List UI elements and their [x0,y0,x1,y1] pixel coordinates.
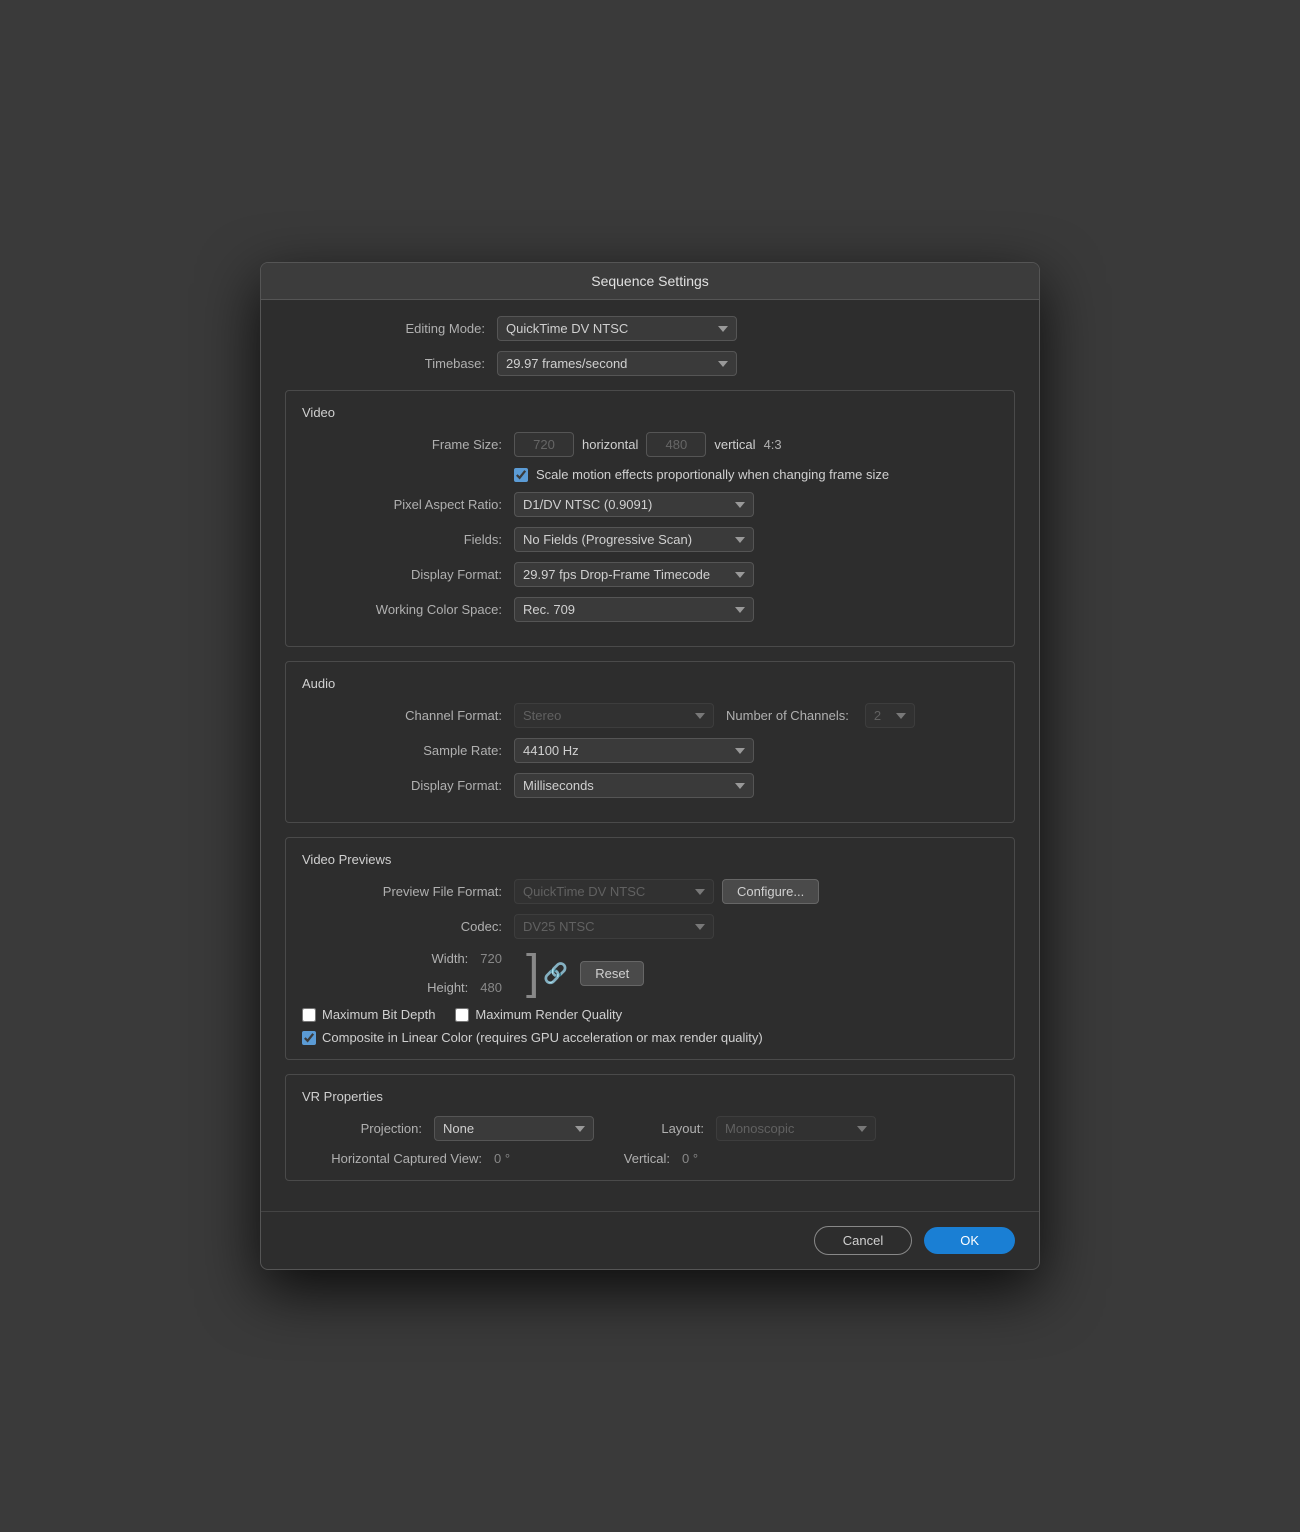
composite-linear-checkbox[interactable] [302,1031,316,1045]
fields-label: Fields: [302,532,502,547]
max-render-quality-label: Maximum Render Quality [475,1007,622,1022]
vr-vertical-row: Vertical: 0 ° [590,1151,698,1166]
fields-row: Fields: No Fields (Progressive Scan) [302,527,998,552]
timebase-select[interactable]: 29.97 frames/second [497,351,737,376]
max-bit-depth-checkbox[interactable] [302,1008,316,1022]
codec-label: Codec: [302,919,502,934]
audio-section: Audio Channel Format: Stereo Number of C… [285,661,1015,823]
bottom-buttons: Cancel OK [261,1211,1039,1269]
video-display-format-row: Display Format: 29.97 fps Drop-Frame Tim… [302,562,998,587]
sample-rate-label: Sample Rate: [302,743,502,758]
width-height-container: Width: 720 Height: 480 ] 🔗 Reset [302,949,998,997]
pixel-aspect-label: Pixel Aspect Ratio: [302,497,502,512]
vr-horizontal-label: Horizontal Captured View: [302,1151,482,1166]
horizontal-label: horizontal [582,437,638,452]
channel-format-row: Channel Format: Stereo Number of Channel… [302,703,998,728]
video-section-title: Video [302,405,998,420]
num-channels-label: Number of Channels: [726,708,849,723]
ratio-badge: 4:3 [764,437,782,452]
audio-display-format-select[interactable]: Milliseconds [514,773,754,798]
preview-file-format-label: Preview File Format: [302,884,502,899]
vr-layout-row: Layout: Monoscopic [634,1116,876,1141]
max-render-quality-item: Maximum Render Quality [455,1007,622,1022]
working-color-row: Working Color Space: Rec. 709 [302,597,998,622]
height-value: 480 [480,980,502,995]
working-color-label: Working Color Space: [302,602,502,617]
vr-layout-label: Layout: [634,1121,704,1136]
preview-file-format-row: Preview File Format: QuickTime DV NTSC C… [302,879,998,904]
audio-display-format-label: Display Format: [302,778,502,793]
fields-select[interactable]: No Fields (Progressive Scan) [514,527,754,552]
vr-horizontal-value: 0 ° [494,1151,510,1166]
sample-rate-select[interactable]: 44100 Hz [514,738,754,763]
vr-horizontal-row: Horizontal Captured View: 0 ° [302,1151,510,1166]
link-icon: 🔗 [543,961,568,986]
vr-captured-view-row: Horizontal Captured View: 0 ° Vertical: … [302,1151,998,1166]
cancel-button[interactable]: Cancel [814,1226,912,1255]
composite-linear-item: Composite in Linear Color (requires GPU … [302,1030,998,1045]
preview-file-format-select: QuickTime DV NTSC [514,879,714,904]
vr-projection-layout-row: Projection: None Layout: Monoscopic [302,1116,998,1141]
working-color-select[interactable]: Rec. 709 [514,597,754,622]
configure-button[interactable]: Configure... [722,879,819,904]
editing-mode-select[interactable]: QuickTime DV NTSC [497,316,737,341]
vr-vertical-label: Vertical: [590,1151,670,1166]
editing-mode-row: Editing Mode: QuickTime DV NTSC [285,316,1015,341]
max-bit-depth-item: Maximum Bit Depth [302,1007,435,1022]
vr-projection-label: Projection: [302,1121,422,1136]
height-label: Height: [427,980,468,995]
width-label: Width: [431,951,468,966]
vr-projection-select[interactable]: None [434,1116,594,1141]
pixel-aspect-row: Pixel Aspect Ratio: D1/DV NTSC (0.9091) [302,492,998,517]
audio-display-format-row: Display Format: Milliseconds [302,773,998,798]
frame-width-input [514,432,574,457]
timebase-label: Timebase: [285,356,485,371]
composite-linear-label: Composite in Linear Color (requires GPU … [322,1030,763,1045]
codec-row: Codec: DV25 NTSC [302,914,998,939]
ok-button[interactable]: OK [924,1227,1015,1254]
audio-section-title: Audio [302,676,998,691]
frame-height-input [646,432,706,457]
max-bit-depth-label: Maximum Bit Depth [322,1007,435,1022]
scale-motion-label: Scale motion effects proportionally when… [536,467,889,482]
vr-vertical-value: 0 ° [682,1151,698,1166]
vertical-label: vertical [714,437,755,452]
vr-projection-row: Projection: None [302,1116,594,1141]
scale-motion-checkbox[interactable] [514,468,528,482]
width-value: 720 [480,951,502,966]
bracket-icon: ] [526,949,539,997]
editing-mode-label: Editing Mode: [285,321,485,336]
video-previews-title: Video Previews [302,852,998,867]
video-display-format-select[interactable]: 29.97 fps Drop-Frame Timecode [514,562,754,587]
video-section: Video Frame Size: horizontal vertical 4:… [285,390,1015,647]
dialog-title: Sequence Settings [261,263,1039,300]
vr-layout-select: Monoscopic [716,1116,876,1141]
scale-motion-row: Scale motion effects proportionally when… [514,467,998,482]
reset-button[interactable]: Reset [580,961,644,986]
timebase-row: Timebase: 29.97 frames/second [285,351,1015,376]
vr-properties-section: VR Properties Projection: None Layout: M… [285,1074,1015,1181]
channel-format-select: Stereo [514,703,714,728]
frame-size-row: Frame Size: horizontal vertical 4:3 [302,432,998,457]
sequence-settings-dialog: Sequence Settings Editing Mode: QuickTim… [260,262,1040,1270]
video-display-format-label: Display Format: [302,567,502,582]
codec-select: DV25 NTSC [514,914,714,939]
num-channels-select: 2 [865,703,915,728]
pixel-aspect-select[interactable]: D1/DV NTSC (0.9091) [514,492,754,517]
checkbox-options-row: Maximum Bit Depth Maximum Render Quality [302,1007,998,1022]
video-previews-section: Video Previews Preview File Format: Quic… [285,837,1015,1060]
channel-format-label: Channel Format: [302,708,502,723]
sample-rate-row: Sample Rate: 44100 Hz [302,738,998,763]
vr-section-title: VR Properties [302,1089,998,1104]
frame-size-label: Frame Size: [302,437,502,452]
max-render-quality-checkbox[interactable] [455,1008,469,1022]
